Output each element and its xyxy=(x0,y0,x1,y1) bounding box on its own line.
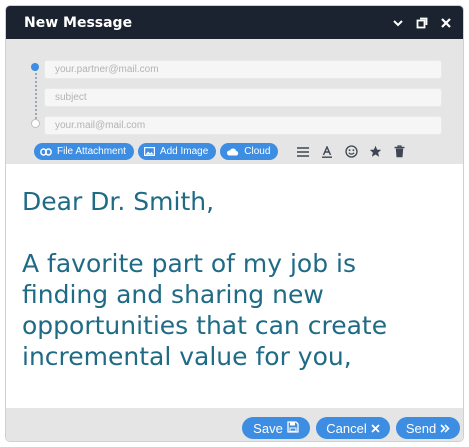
link-icon xyxy=(40,147,52,156)
add-image-label: Add Image xyxy=(159,146,209,157)
emoji-icon[interactable] xyxy=(344,145,358,159)
message-body-area[interactable]: Dear Dr. Smith, A favorite part of my jo… xyxy=(6,164,463,408)
send-label: Send xyxy=(405,420,437,436)
star-icon[interactable] xyxy=(368,145,382,159)
format-tools xyxy=(296,145,406,159)
font-color-icon[interactable] xyxy=(320,145,334,159)
cancel-label: Cancel xyxy=(326,420,367,436)
image-icon xyxy=(143,147,155,156)
cloud-icon xyxy=(226,147,239,156)
window-title: New Message xyxy=(24,14,133,31)
compose-header: File Attachment Add Image Cloud xyxy=(6,39,463,164)
cloud-label: Cloud xyxy=(244,146,271,157)
subject-field[interactable] xyxy=(44,88,442,107)
chevron-down-icon[interactable] xyxy=(391,16,405,30)
double-chevron-right-icon xyxy=(440,421,450,436)
window-controls xyxy=(391,6,453,39)
cancel-button[interactable]: Cancel xyxy=(316,417,390,439)
floppy-icon xyxy=(287,420,299,436)
align-icon[interactable] xyxy=(296,145,310,159)
add-image-button[interactable]: Add Image xyxy=(137,143,217,160)
to-field[interactable] xyxy=(44,60,442,79)
save-button[interactable]: Save xyxy=(242,417,310,439)
recipient-timeline xyxy=(35,69,37,123)
timeline-start-dot xyxy=(31,63,39,71)
file-attachment-label: File Attachment xyxy=(57,146,126,157)
file-attachment-button[interactable]: File Attachment xyxy=(34,143,134,160)
cloud-button[interactable]: Cloud xyxy=(220,143,279,160)
title-bar: New Message xyxy=(6,6,463,39)
save-label: Save xyxy=(253,420,283,436)
close-icon xyxy=(371,421,380,436)
from-field[interactable] xyxy=(44,116,442,135)
compose-footer: Save Cancel Send xyxy=(6,408,463,441)
send-button[interactable]: Send xyxy=(396,417,460,439)
timeline-end-dot xyxy=(31,119,40,128)
compose-window: New Message File Attachment xyxy=(6,6,463,441)
trash-icon[interactable] xyxy=(392,145,406,159)
compose-toolbar: File Attachment Add Image Cloud xyxy=(34,143,406,160)
close-icon[interactable] xyxy=(439,16,453,30)
message-body[interactable]: Dear Dr. Smith, A favorite part of my jo… xyxy=(22,186,452,372)
restore-icon[interactable] xyxy=(415,16,429,30)
